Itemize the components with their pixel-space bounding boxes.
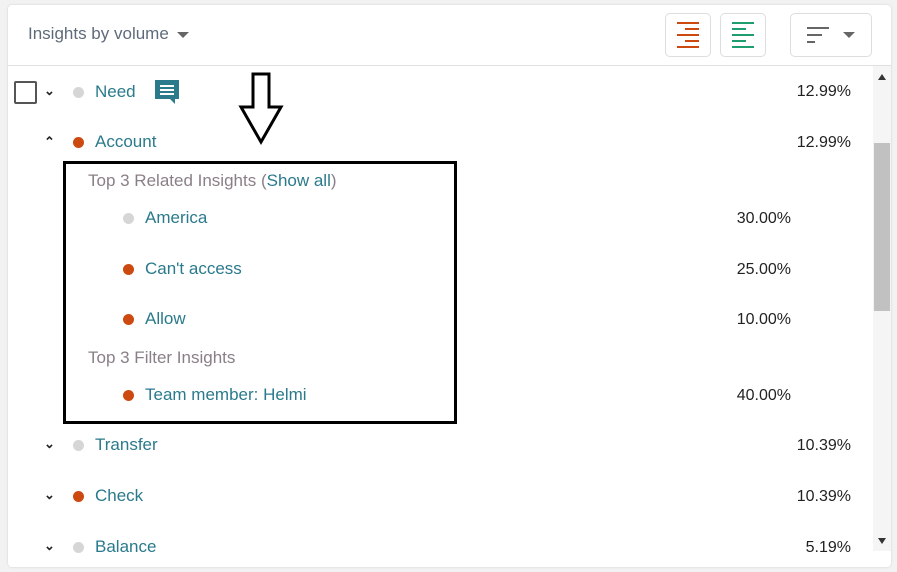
caret-down-icon: [843, 32, 855, 38]
row-percentage: 5.19%: [805, 539, 851, 556]
sort-button[interactable]: [790, 13, 872, 57]
status-dot: [123, 264, 134, 275]
chevron-down-icon[interactable]: ⌄: [44, 538, 55, 554]
chevron-down-icon[interactable]: ⌄: [44, 83, 55, 99]
related-insight-label[interactable]: Allow: [145, 309, 186, 329]
panel-header: Insights by volume: [8, 5, 891, 66]
related-insight-percentage: 10.00%: [736, 311, 791, 328]
filter-insights-heading: Top 3 Filter Insights: [88, 348, 236, 367]
chevron-down-icon[interactable]: ⌄: [44, 436, 55, 452]
scrollbar[interactable]: [873, 66, 891, 551]
related-insight-percentage: 25.00%: [736, 261, 791, 278]
status-dot: [73, 137, 84, 148]
comment-icon[interactable]: [154, 79, 180, 105]
row-percentage: 12.99%: [796, 134, 851, 151]
scroll-down-icon[interactable]: [878, 538, 886, 544]
row-percentage: 10.39%: [796, 488, 851, 505]
status-dot: [123, 314, 134, 325]
status-dot: [73, 440, 84, 451]
filter-insight-label[interactable]: Team member: Helmi: [145, 385, 307, 405]
scrollbar-thumb[interactable]: [874, 143, 890, 311]
status-dot: [123, 213, 134, 224]
row-percentage: 10.39%: [796, 437, 851, 454]
dropdown-label: Insights by volume: [28, 24, 169, 43]
insights-dropdown[interactable]: Insights by volume: [28, 24, 189, 44]
row-label-balance[interactable]: Balance: [95, 537, 156, 557]
align-left-button[interactable]: [720, 13, 766, 57]
scroll-up-icon[interactable]: [878, 74, 886, 80]
row-label-account[interactable]: Account: [95, 132, 156, 152]
related-insight-percentage: 30.00%: [736, 210, 791, 227]
row-percentage: 12.99%: [796, 83, 851, 100]
status-dot: [73, 87, 84, 98]
row-label-check[interactable]: Check: [95, 486, 143, 506]
chevron-up-icon[interactable]: ⌃: [44, 134, 55, 150]
related-insight-label[interactable]: America: [145, 208, 207, 228]
row-checkbox[interactable]: [14, 81, 37, 104]
arrow-down-annotation: [238, 72, 284, 146]
related-insight-label[interactable]: Can't access: [145, 259, 242, 279]
status-dot: [73, 491, 84, 502]
sort-icon: [807, 27, 829, 43]
filter-insight-percentage: 40.00%: [736, 387, 791, 404]
show-all-link[interactable]: Show all: [267, 171, 331, 190]
status-dot: [73, 542, 84, 553]
status-dot: [123, 390, 134, 401]
row-label-need[interactable]: Need: [95, 82, 136, 102]
caret-down-icon: [176, 31, 189, 38]
align-left-icon: [732, 22, 754, 48]
chevron-down-icon[interactable]: ⌄: [44, 487, 55, 503]
related-insights-heading: Top 3 Related Insights (Show all): [88, 171, 337, 190]
row-label-transfer[interactable]: Transfer: [95, 435, 158, 455]
align-right-button[interactable]: [665, 13, 711, 57]
align-right-icon: [677, 22, 699, 48]
